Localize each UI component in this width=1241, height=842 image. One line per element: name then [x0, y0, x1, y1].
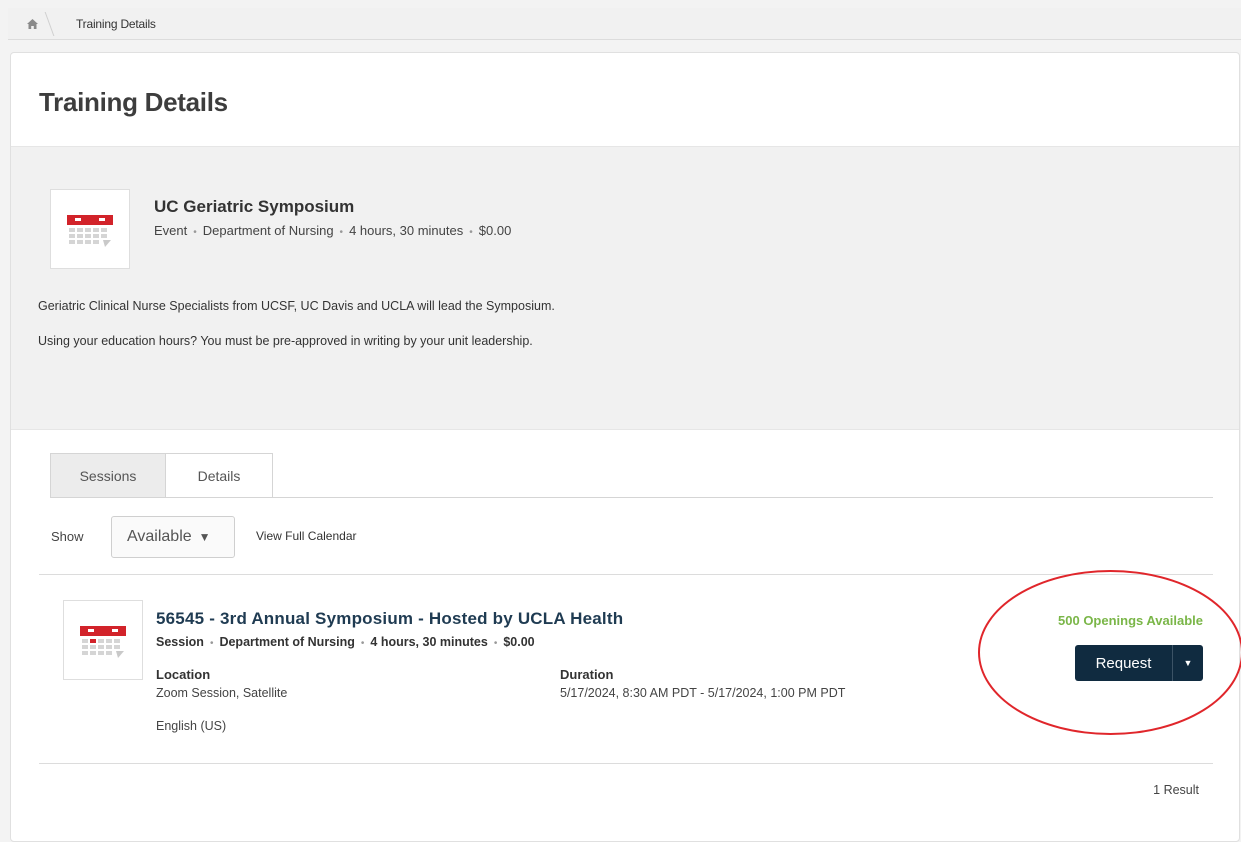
tab-bar: Sessions Details [50, 453, 273, 497]
event-department: Department of Nursing [202, 223, 334, 238]
session-duration: 4 hours, 30 minutes [370, 635, 488, 649]
page-title: Training Details [39, 87, 228, 117]
home-link[interactable] [8, 8, 56, 40]
availability-select[interactable]: Available ▼ [111, 516, 235, 558]
session-department: Department of Nursing [219, 635, 355, 649]
breadcrumb-current: Training Details [76, 16, 156, 31]
session-type: Session [156, 635, 204, 649]
session-title-link[interactable]: 56545 - 3rd Annual Symposium - Hosted by… [156, 609, 623, 629]
view-full-calendar-link[interactable]: View Full Calendar [256, 529, 357, 543]
duration-label: Duration [560, 667, 614, 682]
home-icon [26, 18, 38, 29]
tab-divider [50, 497, 1213, 498]
request-split-button: Request ▼ [1075, 645, 1203, 681]
tab-details[interactable]: Details [166, 453, 273, 497]
divider [39, 763, 1213, 764]
session-thumbnail [63, 600, 143, 680]
request-options-toggle[interactable]: ▼ [1173, 645, 1203, 681]
show-label: Show [51, 529, 84, 544]
breadcrumb: Training Details [8, 8, 1241, 40]
event-price: $0.00 [478, 223, 512, 238]
event-meta: Event • Department of Nursing • 4 hours, 30 … [154, 223, 512, 238]
language-value: English (US) [156, 719, 227, 733]
event-title: UC Geriatric Symposium [154, 197, 355, 216]
event-description-2: Using your education hours? You must be … [38, 334, 533, 348]
tab-sessions[interactable]: Sessions [50, 453, 166, 497]
location-value: Zoom Session, Satellite [156, 686, 288, 700]
session-price: $0.00 [503, 635, 535, 649]
event-thumbnail [50, 189, 130, 269]
caret-down-icon: ▼ [1183, 658, 1193, 668]
event-description-1: Geriatric Clinical Nurse Specialists fro… [38, 299, 555, 313]
calendar-icon [67, 215, 113, 247]
calendar-icon [80, 626, 126, 658]
request-button[interactable]: Request [1075, 645, 1172, 681]
training-details-card: Training Details UC Geriatric Symposium … [10, 52, 1240, 842]
event-summary: UC Geriatric Symposium Event • Department … [11, 146, 1239, 430]
event-type: Event [154, 223, 188, 238]
caret-down-icon: ▼ [198, 530, 211, 544]
location-label: Location [156, 667, 211, 682]
session-meta: Session • Department of Nursing • 4 hours, 3… [156, 635, 535, 649]
divider [39, 574, 1213, 575]
openings-available: 500 Openings Available [1058, 613, 1203, 628]
results-count: 1 Result [1153, 783, 1199, 797]
duration-value: 5/17/2024, 8:30 AM PDT - 5/17/2024, 1:00… [560, 686, 846, 700]
availability-select-value: Available [127, 528, 192, 545]
event-duration: 4 hours, 30 minutes [349, 223, 464, 238]
